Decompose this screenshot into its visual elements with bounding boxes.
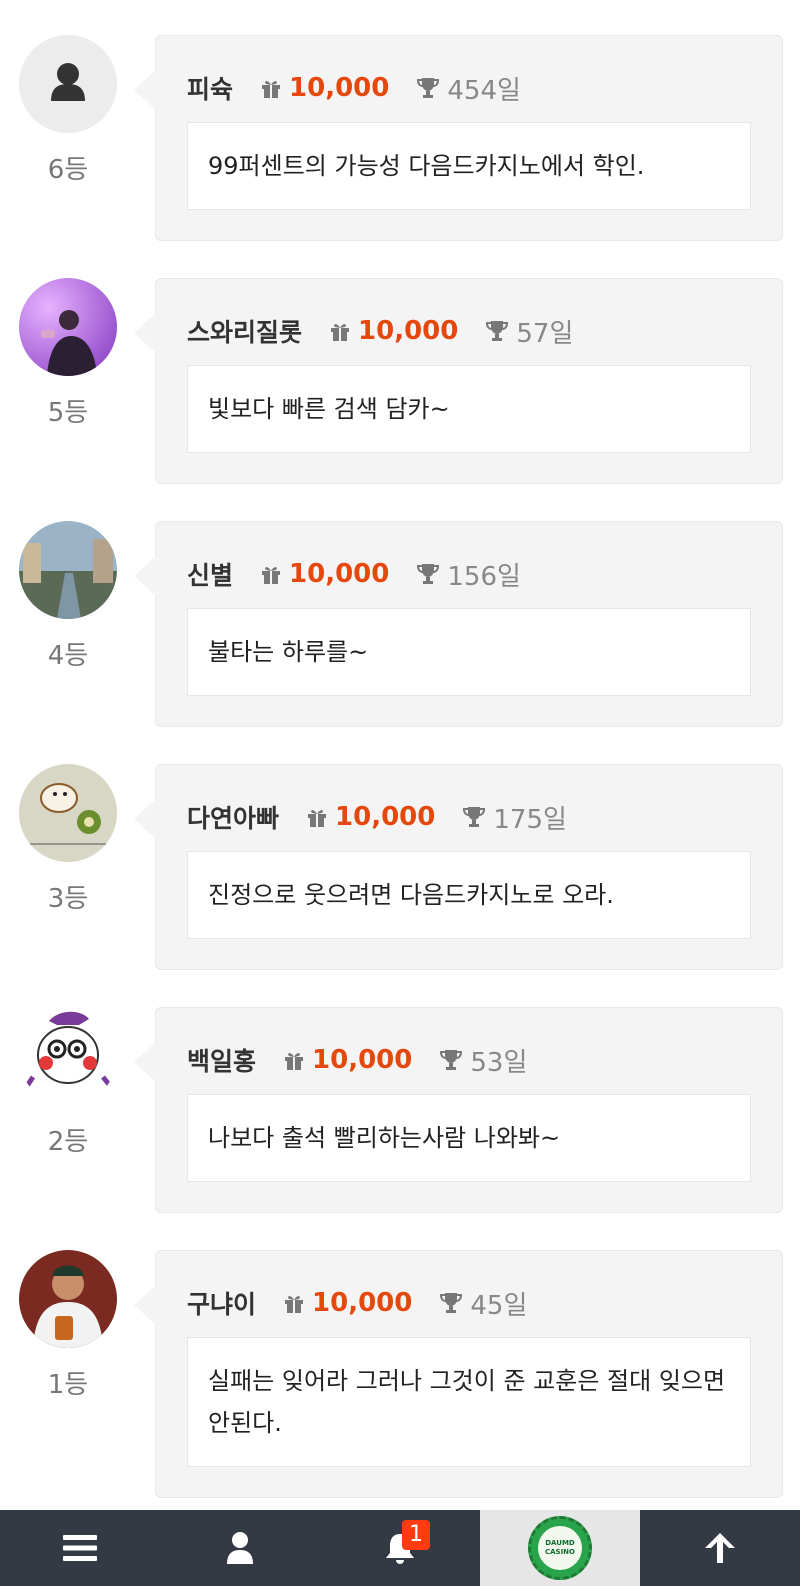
gift-icon — [285, 1053, 304, 1070]
avatar-column: 5등 — [19, 278, 117, 429]
gift-icon — [331, 324, 350, 341]
scroll-top-button[interactable] — [640, 1510, 800, 1586]
trophy-icon — [417, 564, 440, 584]
casino-logo: DAUMD CASINO — [528, 1516, 592, 1580]
profile-drawing — [19, 764, 117, 862]
menu-button[interactable] — [0, 1510, 160, 1586]
attendance-days: 454일 — [447, 75, 521, 106]
comment-bubble: 신별 10,000 156일 불타는 하루를~ — [134, 521, 783, 727]
trophy-icon — [440, 1293, 463, 1313]
avatar[interactable] — [19, 521, 117, 619]
comment-bubble: 스와리질롯 10,000 57일 빛보다 빠른 검색 담카~ — [134, 278, 783, 484]
attendance-days: 156일 — [447, 561, 521, 592]
notifications-button[interactable]: 1 — [320, 1510, 480, 1586]
rank-label: 2등 — [47, 1127, 89, 1157]
trophy-icon — [417, 78, 440, 98]
comment-bubble: 구냐이 10,000 45일 실패는 잊어라 그러나 그것이 준 교훈은 절대 … — [134, 1250, 783, 1498]
user-icon — [19, 35, 117, 133]
points-value: 10,000 — [358, 316, 459, 346]
gift-icon — [262, 567, 281, 584]
entry-meta: 구냐이 10,000 45일 — [187, 1284, 751, 1322]
profile-photo — [19, 1250, 117, 1348]
casino-home-button[interactable]: DAUMD CASINO — [480, 1510, 640, 1586]
entry-meta: 다연아빠 10,000 175일 — [187, 798, 751, 836]
gift-icon — [285, 1296, 304, 1313]
points-value: 10,000 — [335, 802, 436, 832]
entry-meta: 백일홍 10,000 53일 — [187, 1041, 751, 1079]
profile-cartoon — [19, 1007, 117, 1105]
avatar[interactable] — [19, 278, 117, 376]
comment-text: 99퍼센트의 가능성 다음드카지노에서 학인. — [187, 122, 751, 210]
rank-label: 1등 — [47, 1370, 89, 1400]
comment-text: 빛보다 빠른 검색 담카~ — [187, 365, 751, 453]
casino-logo-text: DAUMD CASINO — [538, 1526, 582, 1570]
entry-meta: 스와리질롯 10,000 57일 — [187, 312, 751, 350]
nickname[interactable]: 백일홍 — [187, 1042, 256, 1078]
attendance-days: 57일 — [516, 318, 574, 349]
comment-bubble: 피슉 10,000 454일 99퍼센트의 가능성 다음드카지노에서 학인. — [134, 35, 783, 241]
menu-icon — [63, 1535, 97, 1561]
nickname[interactable]: 신별 — [187, 556, 233, 592]
gift-icon — [262, 81, 281, 98]
rank-label: 6등 — [47, 155, 89, 185]
bottom-nav: 1 DAUMD CASINO — [0, 1510, 800, 1586]
attendance-days: 53일 — [470, 1047, 528, 1078]
comment-text: 나보다 출석 빨리하는사람 나와봐~ — [187, 1094, 751, 1182]
nickname[interactable]: 다연아빠 — [187, 799, 279, 835]
comment-bubble: 다연아빠 10,000 175일 진정으로 웃으려면 다음드카지노로 오라. — [134, 764, 783, 970]
gift-icon — [308, 810, 327, 827]
entry-meta: 신별 10,000 156일 — [187, 555, 751, 593]
attendance-days: 175일 — [493, 804, 567, 835]
comment-text: 진정으로 웃으려면 다음드카지노로 오라. — [187, 851, 751, 939]
profile-photo — [19, 521, 117, 619]
avatar[interactable] — [19, 764, 117, 862]
points-value: 10,000 — [312, 1288, 413, 1318]
avatar-column: 1등 — [19, 1250, 117, 1401]
avatar-column: 6등 — [19, 35, 117, 186]
rank-label: 5등 — [47, 398, 89, 428]
profile-button[interactable] — [160, 1510, 320, 1586]
comment-text: 실패는 잊어라 그러나 그것이 준 교훈은 절대 잊으면 안된다. — [187, 1337, 751, 1467]
nickname[interactable]: 피슉 — [187, 70, 233, 106]
trophy-icon — [463, 807, 486, 827]
trophy-icon — [440, 1050, 463, 1070]
points-value: 10,000 — [289, 559, 390, 589]
avatar-column: 2등 — [19, 1007, 117, 1158]
comment-bubble: 백일홍 10,000 53일 나보다 출석 빨리하는사람 나와봐~ — [134, 1007, 783, 1213]
avatar[interactable] — [19, 1250, 117, 1348]
arrow-up-icon — [705, 1533, 735, 1563]
notification-badge: 1 — [402, 1520, 430, 1550]
nickname[interactable]: 스와리질롯 — [187, 313, 302, 349]
trophy-icon — [486, 321, 509, 341]
rank-label: 3등 — [47, 884, 89, 914]
comment-text: 불타는 하루를~ — [187, 608, 751, 696]
attendance-days: 45일 — [470, 1290, 528, 1321]
avatar[interactable] — [19, 1007, 117, 1105]
rank-label: 4등 — [47, 641, 89, 671]
nickname[interactable]: 구냐이 — [187, 1285, 256, 1321]
points-value: 10,000 — [312, 1045, 413, 1075]
entry-meta: 피슉 10,000 454일 — [187, 69, 751, 107]
profile-photo — [19, 278, 117, 376]
avatar-column: 4등 — [19, 521, 117, 672]
points-value: 10,000 — [289, 73, 390, 103]
user-icon — [227, 1532, 253, 1564]
avatar[interactable] — [19, 35, 117, 133]
avatar-column: 3등 — [19, 764, 117, 915]
